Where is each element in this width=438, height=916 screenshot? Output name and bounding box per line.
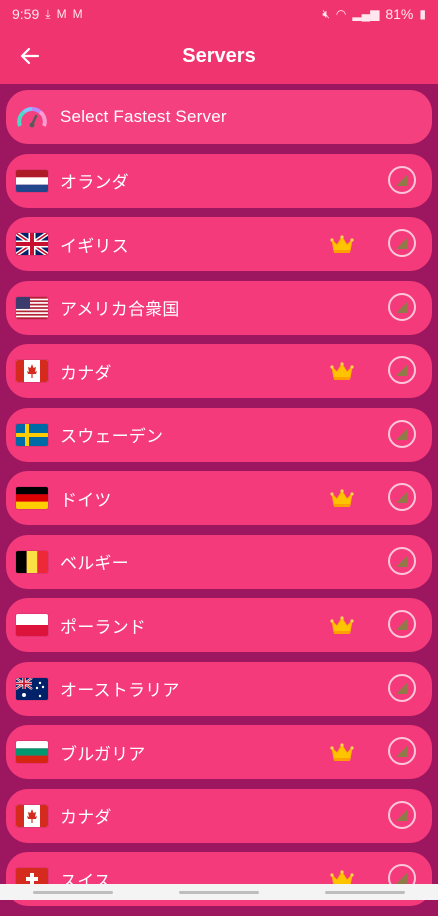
flag-se-icon <box>16 423 48 446</box>
back-button[interactable] <box>14 40 46 72</box>
system-nav-bar <box>0 884 438 900</box>
flag-ca-icon <box>16 804 48 827</box>
server-row[interactable]: イギリス <box>6 217 432 271</box>
signal-strength-icon[interactable] <box>388 737 416 765</box>
nav-back-button[interactable] <box>325 890 405 894</box>
server-row[interactable]: オーストラリア <box>6 661 432 716</box>
nav-recent-button[interactable] <box>33 890 113 894</box>
select-fastest-server-button[interactable]: Select Fastest Server <box>6 90 432 144</box>
server-name: ポーランド <box>60 617 146 637</box>
gmail-icon: M <box>72 7 83 21</box>
server-row[interactable]: ドイツ <box>6 471 432 525</box>
server-row[interactable]: ポーランド <box>6 598 432 652</box>
download-icon: ⤓ <box>45 6 51 21</box>
status-bar: 9:59 ⤓ M M 🔇︎ ◠ ▂▄▆ 81% ▮ <box>0 0 438 28</box>
server-name: アメリカ合衆国 <box>60 300 180 319</box>
status-time: 9:59 <box>12 6 40 22</box>
signal-strength-icon[interactable] <box>388 229 416 257</box>
battery-level: 81% <box>385 6 414 22</box>
server-row[interactable]: カナダ <box>6 788 432 843</box>
speedometer-icon <box>17 106 47 128</box>
server-name: イギリス <box>60 236 129 256</box>
flag-nl-icon <box>16 169 48 192</box>
flag-pl-icon <box>16 614 48 636</box>
app-bar: Servers <box>0 28 438 84</box>
server-row[interactable]: スウェーデン <box>6 407 432 462</box>
crown-icon <box>330 234 354 254</box>
select-fastest-label: Select Fastest Server <box>60 107 227 126</box>
nav-home-button[interactable] <box>179 890 259 894</box>
server-list: Select Fastest Server オランダイギリスアメリカ合衆国 カナダ… <box>6 90 432 916</box>
crown-icon <box>330 361 354 381</box>
gmail-icon: M <box>56 7 67 21</box>
signal-strength-icon[interactable] <box>388 546 416 575</box>
flag-de-icon <box>16 487 48 509</box>
crown-icon <box>330 742 354 762</box>
signal-strength-icon[interactable] <box>388 610 416 638</box>
signal-strength-icon[interactable] <box>388 483 416 511</box>
server-row[interactable]: ベルギー <box>6 534 432 589</box>
signal-strength-icon[interactable] <box>388 419 416 448</box>
signal-bars-icon: ▂▄▆ <box>352 7 380 21</box>
arrow-left-icon <box>20 47 40 65</box>
server-row[interactable]: ブルガリア <box>6 725 432 779</box>
signal-strength-icon[interactable] <box>388 800 416 829</box>
flag-bg-icon <box>16 741 48 763</box>
crown-icon <box>330 488 354 508</box>
flag-au-icon <box>16 677 48 700</box>
wifi-icon: ◠ <box>335 7 347 21</box>
server-name: ドイツ <box>60 490 112 510</box>
server-row[interactable]: カナダ <box>6 344 432 398</box>
crown-icon <box>330 615 354 635</box>
server-name: オランダ <box>60 173 129 192</box>
mute-icon: 🔇︎ <box>322 6 330 21</box>
server-name: ベルギー <box>60 554 129 573</box>
signal-strength-icon[interactable] <box>388 356 416 384</box>
flag-gb-icon <box>16 233 48 255</box>
server-name: カナダ <box>60 363 112 383</box>
signal-strength-icon[interactable] <box>388 673 416 702</box>
signal-strength-icon[interactable] <box>388 292 416 321</box>
server-name: スウェーデン <box>60 427 164 446</box>
server-name: ブルガリア <box>60 744 146 764</box>
server-name: カナダ <box>60 808 112 827</box>
flag-be-icon <box>16 550 48 573</box>
battery-icon: ▮ <box>419 7 426 21</box>
server-row[interactable]: アメリカ合衆国 <box>6 280 432 335</box>
signal-strength-icon[interactable] <box>388 165 416 194</box>
server-name: オーストラリア <box>60 681 180 700</box>
server-row[interactable]: オランダ <box>6 153 432 208</box>
page-title: Servers <box>182 44 256 67</box>
flag-us-icon <box>16 296 48 319</box>
flag-ca-icon <box>16 360 48 382</box>
